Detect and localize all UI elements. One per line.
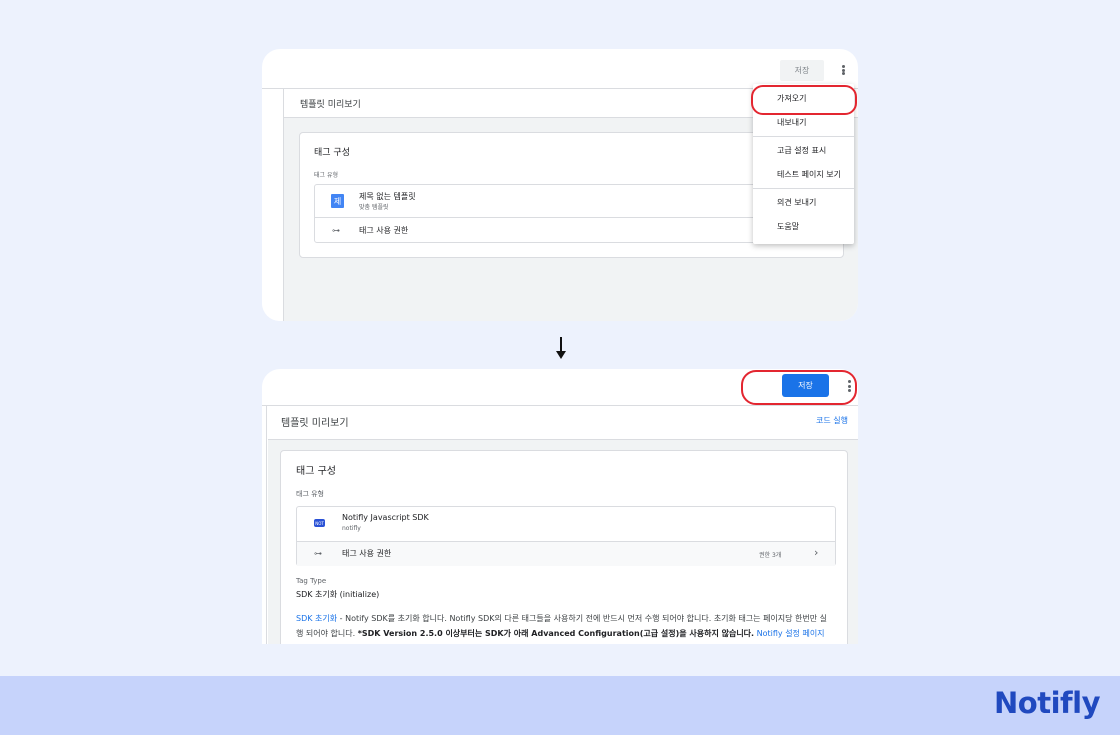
tag-type-label: 태그 유형 — [296, 490, 324, 498]
preview-area: 태그 구성 태그 유형 NOT Notifly Javascript SDK n… — [268, 440, 858, 644]
settings-page-link[interactable]: Notifly 설정 페이지 — [754, 629, 825, 638]
before-screenshot-panel: 저장 템플릿 미리보기 태그 구성 태그 유형 제 제목 없는 템플릿 맞춤 템… — [262, 49, 858, 321]
tag-name: Notifly Javascript SDK — [342, 513, 429, 522]
tag-subtitle: 맞춤 템플릿 — [359, 204, 389, 211]
card-title: 태그 구성 — [296, 466, 336, 477]
preview-title: 템플릿 미리보기 — [281, 418, 349, 429]
tag-type-field-label: Tag Type — [296, 577, 327, 585]
key-icon: ⊶ — [332, 226, 340, 235]
menu-item-feedback[interactable]: 의견 보내기 — [777, 197, 816, 208]
tag-type-field-value[interactable]: SDK 초기화 (initialize) — [296, 589, 379, 600]
menu-item-test-page[interactable]: 테스트 페이지 보기 — [777, 169, 841, 180]
save-highlight-ring — [741, 370, 857, 405]
notifly-logo: Notifly — [994, 686, 1100, 720]
permissions-label[interactable]: 태그 사용 권한 — [359, 225, 408, 236]
down-arrow-icon — [556, 337, 566, 361]
template-icon: 제 — [331, 194, 344, 208]
after-screenshot-panel: 저장 템플릿 미리보기 코드 실행 태그 구성 태그 유형 NOT Notifl… — [262, 369, 858, 644]
tag-name: 제목 없는 템플릿 — [359, 192, 416, 201]
permissions-row[interactable]: ⊶ 태그 사용 권한 권한 3개 › — [297, 542, 835, 566]
tag-type-row[interactable]: 제 제목 없는 템플릿 맞춤 템플릿 — [315, 185, 829, 218]
sdk-init-link[interactable]: SDK 초기화 — [296, 614, 337, 623]
run-code-link[interactable]: 코드 실행 — [816, 415, 848, 426]
footer-band: Notifly — [0, 676, 1120, 735]
tag-type-box: NOT Notifly Javascript SDK notifly ⊶ 태그 … — [296, 506, 836, 566]
toolbar: 저장 — [262, 49, 858, 89]
tag-config-card: 태그 구성 태그 유형 NOT Notifly Javascript SDK n… — [280, 450, 848, 644]
card-title: 태그 구성 — [314, 148, 350, 158]
menu-item-advanced[interactable]: 고급 설정 표시 — [777, 145, 826, 156]
left-column — [262, 406, 267, 644]
left-column — [262, 89, 284, 321]
preview-title: 템플릿 미리보기 — [300, 100, 361, 110]
import-highlight-ring — [751, 85, 857, 115]
permissions-count: 권한 3개 — [759, 552, 782, 559]
description-bold: *SDK Version 2.5.0 이상부터는 SDK가 아래 Advance… — [357, 629, 755, 638]
tag-type-row[interactable]: NOT Notifly Javascript SDK notifly — [297, 507, 835, 542]
menu-item-export[interactable]: 내보내기 — [777, 117, 806, 128]
permissions-label: 태그 사용 권한 — [342, 549, 392, 558]
notifly-icon: NOT — [314, 519, 325, 527]
key-icon: ⊶ — [314, 549, 322, 558]
tag-description: SDK 초기화 - Notify SDK를 초기화 합니다. Notifly S… — [296, 611, 834, 641]
chevron-right-icon: › — [814, 546, 819, 559]
tag-type-label: 태그 유형 — [314, 172, 338, 179]
menu-divider — [753, 188, 854, 189]
menu-item-help[interactable]: 도움말 — [777, 221, 799, 232]
more-vert-icon[interactable] — [840, 65, 846, 75]
menu-divider — [753, 136, 854, 137]
toolbar: 저장 — [262, 369, 858, 406]
tag-subtitle: notifly — [342, 525, 361, 532]
save-button-disabled[interactable]: 저장 — [780, 60, 824, 81]
